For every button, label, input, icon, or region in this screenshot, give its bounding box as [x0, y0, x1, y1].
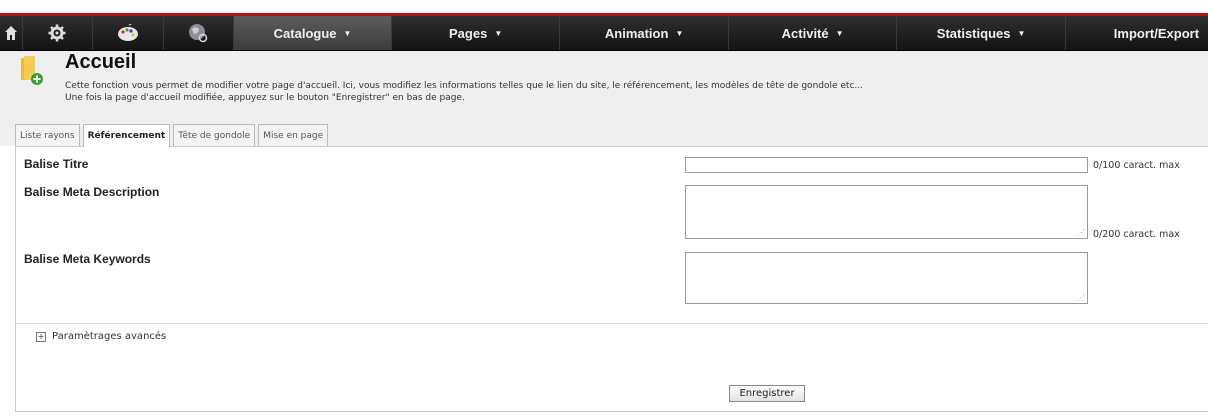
title-tag-label: Balise Titre [24, 157, 89, 171]
gear-icon[interactable] [23, 16, 94, 50]
tab-mise-en-page[interactable]: Mise en page [258, 124, 329, 146]
nav-menu-statistiques[interactable]: Statistiques ▼ [897, 16, 1066, 50]
advanced-settings-label: Paramètrages avancés [52, 331, 167, 342]
nav-menu-pages[interactable]: Pages ▼ [392, 16, 561, 50]
chevron-down-icon: ▼ [675, 28, 684, 38]
nav-label: Catalogue [273, 25, 337, 41]
nav-menu-catalogue[interactable]: Catalogue ▼ [234, 16, 392, 50]
nav-menu-animation[interactable]: Animation ▼ [560, 16, 729, 50]
expand-plus-icon[interactable]: + [36, 331, 46, 342]
title-tag-input[interactable] [685, 157, 1088, 173]
meta-keywords-textarea[interactable]: ⋰ [685, 252, 1088, 304]
tab-liste-rayons[interactable]: Liste rayons [15, 124, 80, 146]
meta-keywords-label: Balise Meta Keywords [24, 252, 151, 266]
home-icon[interactable] [0, 16, 23, 50]
palette-icon[interactable] [93, 16, 164, 50]
description-char-counter: 0/200 caract. max [1093, 229, 1180, 240]
nav-label: Import/Export [1113, 25, 1200, 41]
nav-label: Animation [604, 25, 669, 41]
nav-label: Pages [449, 25, 488, 41]
chevron-down-icon: ▼ [343, 28, 352, 38]
folder-add-icon [20, 56, 43, 85]
resize-handle-icon[interactable]: ⋰ [1077, 228, 1085, 237]
nav-menu-activite[interactable]: Activité ▼ [729, 16, 898, 50]
description-line-1: Cette fonction vous permet de modifier v… [65, 81, 863, 91]
tab-bar: Liste rayons Référencement Tête de gondo… [15, 124, 329, 147]
chevron-down-icon: ▼ [835, 28, 844, 38]
save-button[interactable]: Enregistrer [729, 385, 805, 402]
tab-tete-de-gondole[interactable]: Tête de gondole [173, 124, 256, 146]
advanced-settings-toggle[interactable]: + Paramètrages avancés [36, 331, 166, 342]
meta-description-textarea[interactable]: ⋰ [685, 185, 1088, 239]
page-title: Accueil [65, 51, 137, 73]
description-line-2: Une fois la page d'accueil modifiée, app… [65, 93, 465, 103]
nav-label: Statistiques [936, 25, 1011, 41]
chevron-down-icon: ▼ [1017, 28, 1026, 38]
chevron-down-icon: ▼ [494, 28, 503, 38]
nav-label: Activité [781, 25, 829, 41]
resize-handle-icon[interactable]: ⋰ [1077, 293, 1085, 302]
nav-menu-import-export[interactable]: Import/Export [1066, 16, 1208, 50]
section-divider [16, 323, 1208, 324]
globe-icon[interactable] [164, 16, 235, 50]
page-description: Cette fonction vous permet de modifier v… [65, 80, 863, 104]
tab-referencement[interactable]: Référencement [82, 124, 171, 147]
main-nav: Catalogue ▼ Pages ▼ Animation ▼ Activité ▼ S… [0, 16, 1208, 51]
meta-description-label: Balise Meta Description [24, 185, 160, 199]
title-char-counter: 0/100 caract. max [1093, 160, 1180, 171]
